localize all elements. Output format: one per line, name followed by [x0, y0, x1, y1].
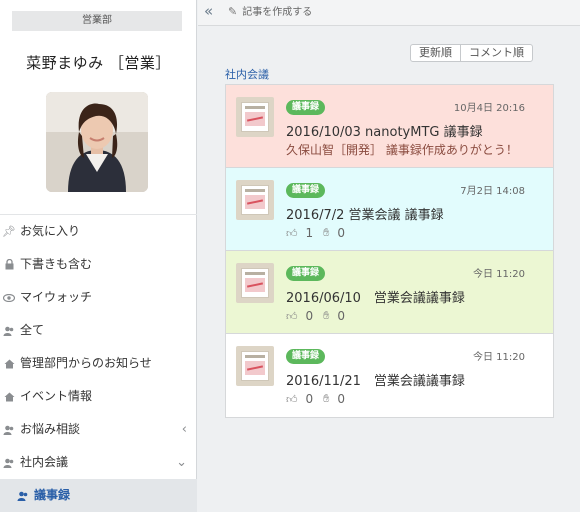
chevron-left-icon[interactable]: ‹	[182, 413, 187, 446]
comment-author: 久保山智［開発］	[286, 143, 383, 157]
post-card[interactable]: 議事録 今日 11:20 2016/06/10 営業会議議事録 👍︎ 0 ✋︎ 0	[226, 251, 553, 334]
post-title[interactable]: 2016/10/03 nanotyMTG 議事録	[286, 121, 483, 140]
collapse-sidebar-icon[interactable]: «	[204, 2, 213, 20]
thumbs-up-icon[interactable]: 👍︎	[286, 310, 298, 323]
sidebar-item-my-watch[interactable]: マイウォッチ	[0, 281, 197, 314]
sidebar-item-label: 下書きも含む	[20, 257, 93, 271]
sidebar: 営業部 菜野まゆみ ［営業］ 📌︎ お気に入り 下書きも含む マイウォッチ 全て…	[0, 0, 197, 512]
sidebar-item-all[interactable]: 全て	[0, 314, 197, 347]
category-badge: 議事録	[286, 100, 326, 115]
users-icon	[2, 446, 16, 479]
sidebar-item-internal-meetings[interactable]: 社内会議 ⌄	[0, 446, 197, 479]
post-title[interactable]: 2016/7/2 営業会議 議事録	[286, 204, 444, 223]
post-timestamp: 今日 11:20	[473, 269, 525, 280]
thumbs-up-icon[interactable]: 👍︎	[286, 227, 298, 240]
sort-toggle: 更新順 コメント順	[410, 44, 533, 62]
post-timestamp: 10月4日 20:16	[453, 103, 525, 114]
pencil-icon: ✎	[228, 5, 238, 18]
clap-icon[interactable]: ✋︎	[323, 392, 329, 406]
category-badge: 議事録	[286, 349, 326, 364]
post-reactions: 👍︎ 0 ✋︎ 0	[286, 392, 355, 406]
sort-by-comments-button[interactable]: コメント順	[460, 45, 532, 61]
avatar[interactable]	[46, 92, 148, 192]
sidebar-item-admin-notices[interactable]: 管理部門からのお知らせ	[0, 347, 197, 380]
home-icon	[2, 347, 16, 380]
section-label[interactable]: 社内会議	[225, 66, 269, 82]
post-title[interactable]: 2016/06/10 営業会議議事録	[286, 287, 465, 306]
eye-icon	[2, 281, 16, 314]
post-card[interactable]: 議事録 今日 11:20 2016/11/21 営業会議議事録 👍︎ 0 ✋︎ 0	[226, 334, 553, 417]
like-count: 0	[305, 309, 314, 323]
post-reactions: 👍︎ 1 ✋︎ 0	[286, 226, 355, 240]
post-list: 議事録 10月4日 20:16 2016/10/03 nanotyMTG 議事録…	[225, 84, 554, 418]
clap-count: 0	[337, 309, 346, 323]
users-icon	[16, 479, 30, 512]
clap-icon[interactable]: ✋︎	[323, 226, 329, 240]
sidebar-item-label: 全て	[20, 323, 45, 337]
comment-text: 議事録作成ありがとう！	[385, 143, 518, 157]
post-timestamp: 7月2日 14:08	[460, 186, 525, 197]
like-count: 0	[305, 392, 314, 406]
sidebar-item-minutes[interactable]: 議事録	[0, 479, 197, 512]
like-count: 1	[305, 226, 314, 240]
document-thumbnail-icon	[236, 263, 274, 303]
users-icon	[2, 314, 16, 347]
sidebar-item-label: 議事録	[34, 488, 71, 502]
users-icon	[2, 413, 16, 446]
sidebar-item-label: マイウォッチ	[20, 290, 93, 304]
sidebar-item-label: お気に入り	[20, 224, 81, 238]
post-reactions: 👍︎ 0 ✋︎ 0	[286, 309, 355, 323]
sidebar-item-events[interactable]: イベント情報	[0, 380, 197, 413]
post-card[interactable]: 議事録 7月2日 14:08 2016/7/2 営業会議 議事録 👍︎ 1 ✋︎ 0	[226, 168, 553, 251]
pin-icon: 📌︎	[2, 225, 16, 238]
clap-count: 0	[337, 226, 346, 240]
sidebar-nav: 📌︎ お気に入り 下書きも含む マイウォッチ 全て 管理部門からのお知らせ イベ…	[0, 214, 197, 512]
document-thumbnail-icon	[236, 180, 274, 220]
department-tag: 営業部	[12, 11, 182, 31]
sidebar-item-consultation[interactable]: お悩み相談 ‹	[0, 413, 197, 446]
compose-link[interactable]: ✎ 記事を作成する	[228, 3, 312, 18]
sidebar-item-label: 管理部門からのお知らせ	[20, 356, 152, 370]
document-thumbnail-icon	[236, 346, 274, 386]
document-thumbnail-icon	[236, 97, 274, 137]
chevron-down-icon[interactable]: ⌄	[176, 446, 187, 479]
category-badge: 議事録	[286, 183, 326, 198]
category-badge: 議事録	[286, 266, 326, 281]
user-name: 菜野まゆみ ［営業］	[26, 54, 171, 72]
post-card[interactable]: 議事録 10月4日 20:16 2016/10/03 nanotyMTG 議事録…	[226, 85, 553, 168]
post-title[interactable]: 2016/11/21 営業会議議事録	[286, 370, 465, 389]
sidebar-item-favorites[interactable]: 📌︎ お気に入り	[0, 215, 197, 248]
thumbs-up-icon[interactable]: 👍︎	[286, 393, 298, 406]
sidebar-item-drafts[interactable]: 下書きも含む	[0, 248, 197, 281]
sidebar-item-label: 社内会議	[20, 455, 69, 469]
sidebar-item-label: お悩み相談	[20, 422, 81, 436]
clap-icon[interactable]: ✋︎	[323, 309, 329, 323]
clap-count: 0	[337, 392, 346, 406]
post-timestamp: 今日 11:20	[473, 352, 525, 363]
sort-by-updated-button[interactable]: 更新順	[411, 45, 460, 61]
latest-comment: 久保山智［開発］ 議事録作成ありがとう！	[286, 141, 518, 158]
lock-icon	[2, 248, 16, 281]
home-icon	[2, 380, 16, 413]
sidebar-item-label: イベント情報	[20, 389, 93, 403]
compose-label: 記事を作成する	[242, 7, 313, 18]
top-bar: « ✎ 記事を作成する	[198, 0, 580, 26]
